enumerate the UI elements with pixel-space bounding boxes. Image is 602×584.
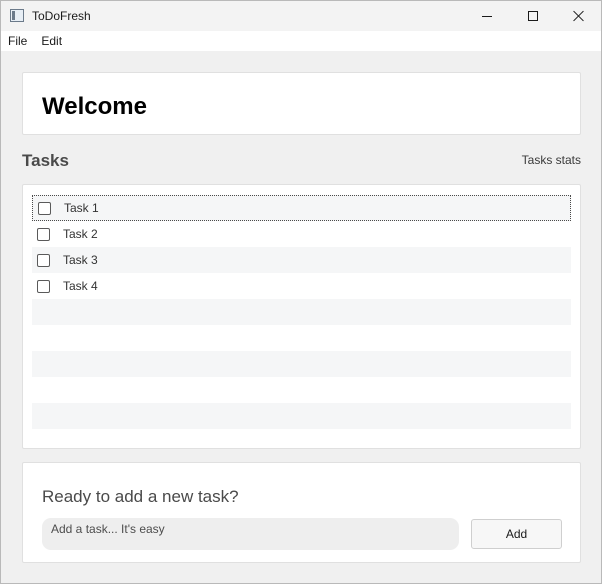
task-checkbox[interactable] — [37, 253, 50, 267]
app-window: ToDoFresh File Edit Welcome Tasks Tasks … — [0, 0, 602, 584]
task-row[interactable]: Task 4 — [32, 273, 571, 299]
menu-file[interactable]: File — [1, 31, 34, 51]
empty-row — [32, 403, 571, 429]
task-label: Task 2 — [63, 227, 98, 241]
menu-edit[interactable]: Edit — [34, 31, 69, 51]
new-task-input[interactable] — [42, 518, 459, 550]
task-row[interactable]: Task 3 — [32, 247, 571, 273]
task-label: Task 4 — [63, 279, 98, 293]
maximize-icon — [528, 11, 538, 21]
tasks-heading: Tasks — [22, 151, 69, 170]
app-icon — [10, 9, 24, 22]
task-row[interactable]: Task 1 — [32, 195, 571, 221]
welcome-title: Welcome — [42, 93, 147, 120]
empty-row — [32, 351, 571, 377]
task-list[interactable]: Task 1 Task 2 Task 3 Task 4 — [32, 195, 571, 429]
menu-bar: File Edit — [1, 31, 601, 51]
tasks-stats-link[interactable]: Tasks stats — [522, 153, 581, 167]
empty-row — [32, 325, 571, 351]
task-checkbox[interactable] — [38, 201, 51, 215]
add-button[interactable]: Add — [471, 519, 562, 549]
task-row[interactable]: Task 2 — [32, 221, 571, 247]
task-checkbox[interactable] — [37, 227, 50, 241]
maximize-button[interactable] — [510, 1, 556, 31]
task-label: Task 3 — [63, 253, 98, 267]
title-bar[interactable]: ToDoFresh — [1, 1, 601, 31]
task-checkbox[interactable] — [37, 279, 50, 293]
tasks-card: Task 1 Task 2 Task 3 Task 4 — [22, 184, 581, 449]
window-title: ToDoFresh — [32, 9, 91, 23]
welcome-card: Welcome — [22, 72, 581, 135]
task-label: Task 1 — [64, 201, 99, 215]
minimize-button[interactable] — [464, 1, 510, 31]
minimize-icon — [482, 15, 492, 17]
empty-row — [32, 299, 571, 325]
empty-row — [32, 377, 571, 403]
add-task-card: Ready to add a new task? Add — [22, 462, 581, 563]
add-task-heading: Ready to add a new task? — [42, 487, 239, 506]
close-icon — [573, 10, 585, 22]
close-button[interactable] — [556, 1, 602, 31]
